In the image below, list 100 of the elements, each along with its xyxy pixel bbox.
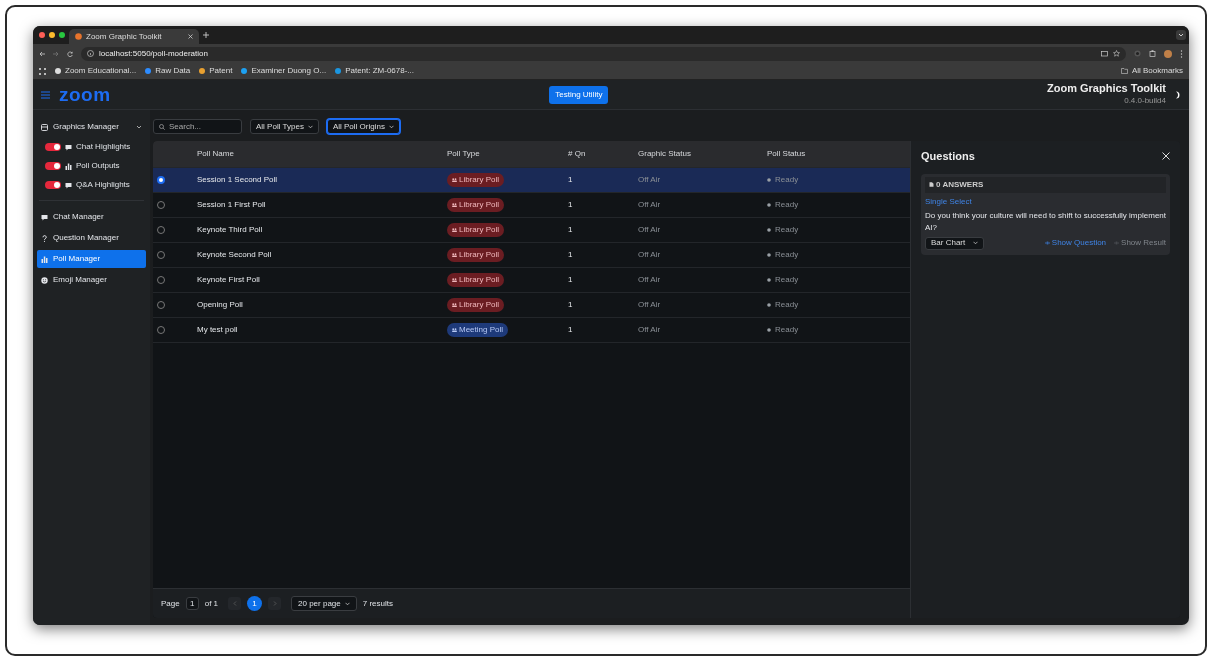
brand-logo: zoom <box>59 85 111 104</box>
sidebar-item[interactable]: Emoji Manager <box>37 271 146 289</box>
users-icon <box>452 253 457 257</box>
page-input[interactable]: 1 <box>185 597 199 610</box>
bookmark-favicon-icon <box>241 68 248 74</box>
per-page-dropdown[interactable]: 20 per page <box>291 596 357 611</box>
star-icon[interactable] <box>1113 50 1120 57</box>
moon-icon[interactable] <box>1174 90 1181 99</box>
question-count: 1 <box>568 249 574 261</box>
bookmark-favicon-icon <box>55 68 61 74</box>
show-question-button[interactable]: Show Question <box>1044 237 1107 249</box>
sidebar-item[interactable]: Question Manager <box>37 229 146 247</box>
table-row[interactable]: Session 1 Second Poll Library Poll 1 Off Air Ready <box>153 168 910 193</box>
table-row[interactable]: Session 1 First Poll Library Poll 1 Off Air Ready <box>153 193 910 218</box>
poll-type-tag: Library Poll <box>447 298 504 312</box>
poll-name: Keynote Second Poll <box>197 249 273 261</box>
app-title: Zoom Graphics Toolkit <box>1047 82 1166 95</box>
poll-name: Keynote First Poll <box>197 274 261 286</box>
users-icon <box>452 278 457 282</box>
reload-icon[interactable] <box>67 50 73 57</box>
apps-grid-icon[interactable] <box>39 67 46 75</box>
tab-title: Zoom Graphic Toolkit <box>86 30 163 43</box>
search-field[interactable]: Search... <box>153 119 242 134</box>
bookmark[interactable]: Zoom Educational... <box>55 65 137 77</box>
new-tab-icon[interactable] <box>203 32 209 38</box>
close-icon[interactable] <box>188 34 193 39</box>
bookmark[interactable]: Raw Data <box>145 65 191 77</box>
column-header: # Qn <box>568 148 587 160</box>
poll-type-tag: Library Poll <box>447 248 504 262</box>
toggle-switch[interactable] <box>45 162 61 170</box>
page-number-button[interactable]: 1 <box>247 596 263 611</box>
address-bar[interactable]: localhost:5050/poll-moderation <box>81 46 1126 61</box>
column-header: Poll Type <box>447 148 481 160</box>
poll-status: Ready <box>775 249 799 261</box>
answer-count: 0 ANSWERS <box>936 178 984 191</box>
table-row[interactable]: Keynote Second Poll Library Poll 1 Off Air Ready <box>153 243 910 268</box>
filter-dropdown[interactable]: All Poll Origins <box>326 119 400 134</box>
speech-bubble-icon <box>41 213 48 221</box>
table-row[interactable]: My test poll Meeting Poll 1 Off Air Ready <box>153 318 910 343</box>
filter-dropdown[interactable]: All Poll Types <box>250 119 319 134</box>
folder-icon <box>1120 68 1128 74</box>
poll-type-tag: Library Poll <box>447 223 504 237</box>
status-dot-icon <box>767 203 771 207</box>
poll-status: Ready <box>775 324 799 336</box>
page-label: Page <box>161 597 180 610</box>
column-header: Poll Status <box>767 148 807 160</box>
profile-avatar-icon[interactable] <box>1164 49 1172 58</box>
poll-name: Opening Poll <box>197 299 244 311</box>
all-bookmarks-link[interactable]: All Bookmarks <box>1120 65 1183 77</box>
poll-name: Session 1 First Poll <box>197 199 267 211</box>
sidebar-group-header[interactable]: Graphics Manager <box>37 118 146 136</box>
document-icon <box>929 182 934 187</box>
graphic-status: Off Air <box>638 299 662 311</box>
table-row[interactable]: Opening Poll Library Poll 1 Off Air Ready <box>153 293 910 318</box>
sidebar-item[interactable]: Chat Manager <box>37 208 146 226</box>
results-count: 7 results <box>362 597 393 610</box>
table-row[interactable]: Keynote Third Poll Library Poll 1 Off Air Ready <box>153 218 910 243</box>
poll-type-tag: Library Poll <box>447 273 504 287</box>
status-dot-icon <box>767 303 771 307</box>
column-header: Graphic Status <box>638 148 692 160</box>
poll-type-tag: Meeting Poll <box>447 323 509 337</box>
toggle-switch[interactable] <box>45 181 61 189</box>
question-count: 1 <box>568 299 574 311</box>
poll-status: Ready <box>775 299 799 311</box>
chevron-down-icon <box>388 124 394 129</box>
chevron-down-icon <box>973 241 979 245</box>
testing-utility-button[interactable]: Testing Utility <box>549 85 609 104</box>
graphic-status: Off Air <box>638 174 662 186</box>
users-icon <box>452 178 457 182</box>
sidebar-item[interactable]: Poll Manager <box>37 250 146 268</box>
table-row[interactable]: Keynote First Poll Library Poll 1 Off Air Ready <box>153 268 910 293</box>
back-arrow-icon[interactable] <box>39 50 45 57</box>
chevron-down-icon <box>307 124 313 129</box>
version-label: 0.4.0-build4 <box>1123 94 1166 107</box>
poll-name: Session 1 Second Poll <box>197 174 279 186</box>
toggle-label: Poll Outputs <box>76 160 120 172</box>
status-dot-icon <box>767 328 771 332</box>
poll-name: My test poll <box>197 324 239 336</box>
panel-icon <box>41 123 48 131</box>
poll-status: Ready <box>775 174 799 186</box>
bookmark[interactable]: Examiner Duong O... <box>241 65 327 77</box>
bookmark[interactable]: Patent: ZM-0678-... <box>335 65 415 77</box>
poll-status: Ready <box>775 224 799 236</box>
chevron-down-icon[interactable] <box>1176 30 1186 40</box>
radio-button[interactable] <box>157 176 165 184</box>
question-count: 1 <box>568 199 574 211</box>
question-count: 1 <box>568 274 574 286</box>
users-icon <box>452 303 457 307</box>
users-icon <box>452 228 457 232</box>
close-icon[interactable] <box>1162 152 1170 161</box>
bar-chart-icon <box>65 162 72 170</box>
browser-tab[interactable]: Zoom Graphic Toolkit <box>69 29 199 44</box>
poll-status: Ready <box>775 199 799 211</box>
status-dot-icon <box>767 228 771 232</box>
menu-dots-icon[interactable] <box>1180 49 1183 58</box>
question-count: 1 <box>568 174 574 186</box>
search-input[interactable]: Search... <box>169 120 239 133</box>
toggle-switch[interactable] <box>45 143 61 151</box>
chart-type-dropdown[interactable]: Bar Chart <box>925 236 985 250</box>
bookmark[interactable]: Patent <box>199 65 233 77</box>
